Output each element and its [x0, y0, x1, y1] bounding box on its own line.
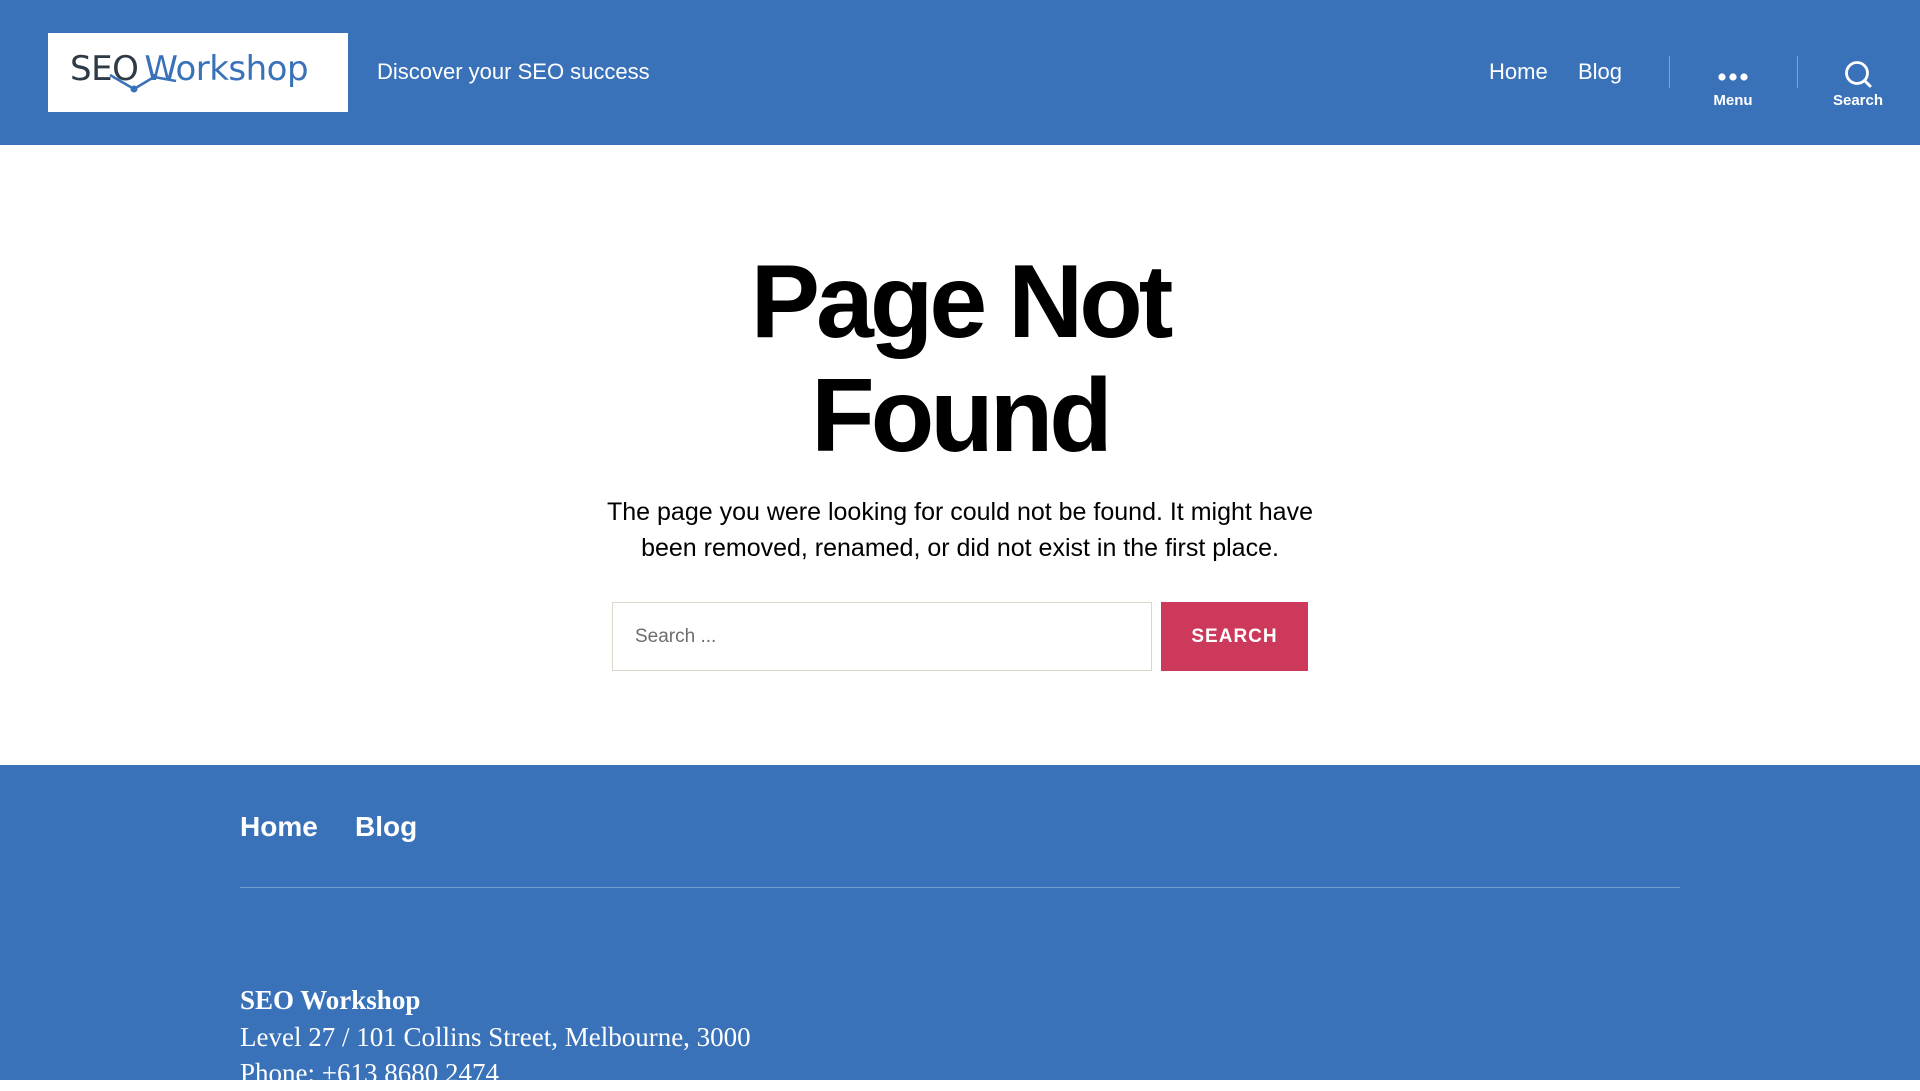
nav-link-home[interactable]: Home	[1489, 56, 1548, 88]
footer-nav-blog[interactable]: Blog	[355, 807, 417, 847]
address-phone: Phone: +613 8680 2474	[240, 1058, 499, 1088]
address-company-name: SEO Workshop	[240, 985, 421, 1015]
search-input[interactable]	[612, 602, 1152, 671]
ellipsis-icon	[1718, 73, 1748, 81]
intro-text: The page you were looking for could not …	[606, 498, 1313, 562]
address-street: Level 27 / 101 Collins Street, Melbourne…	[240, 1022, 751, 1052]
nav-link-blog[interactable]: Blog	[1578, 56, 1622, 88]
nav-divider	[1797, 56, 1798, 88]
page-title: Page Not Found	[750, 244, 1174, 474]
footer-divider	[240, 887, 1680, 888]
footer-nav-home[interactable]: Home	[240, 807, 318, 847]
site-footer: Home Blog SEO Workshop Level 27 / 101 Co…	[0, 765, 1920, 1088]
site-tagline: Discover your SEO success	[377, 59, 650, 84]
search-toggle-button[interactable]: Search	[1813, 56, 1903, 116]
menu-toggle-label: Menu	[1713, 92, 1753, 109]
nav-divider	[1669, 56, 1670, 88]
main-content: Page Not Found The page you were looking…	[0, 145, 1920, 765]
site-header: SEO Workshop Discover your SEO success Ho…	[0, 0, 1920, 145]
search-submit-button[interactable]: SEARCH	[1161, 602, 1308, 671]
search-toggle-label: Search	[1832, 92, 1884, 109]
site-logo[interactable]: SEO Workshop	[48, 33, 348, 112]
menu-toggle-button[interactable]: Menu	[1688, 56, 1778, 116]
search-icon	[1845, 61, 1872, 88]
logo-chart-icon	[109, 73, 177, 93]
